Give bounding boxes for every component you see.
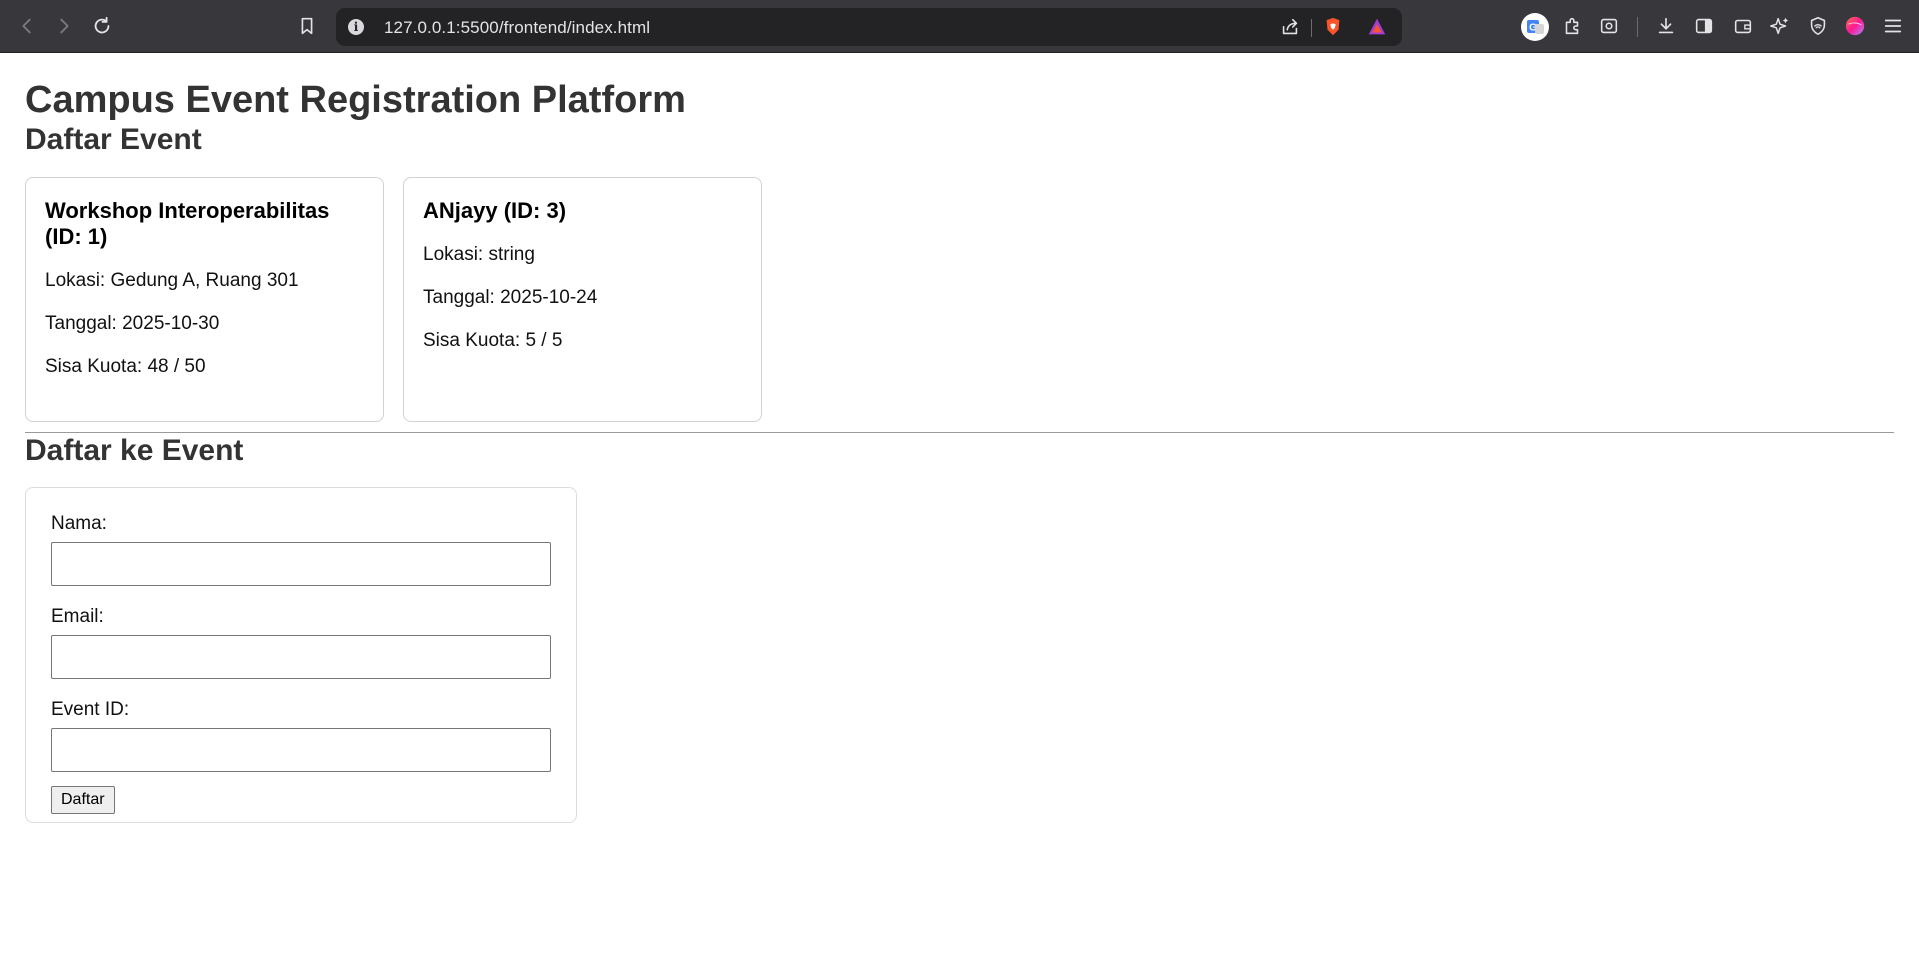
event-location: Lokasi: Gedung A, Ruang 301 xyxy=(45,270,299,291)
share-icon[interactable] xyxy=(1278,15,1302,39)
back-icon[interactable] xyxy=(15,14,39,38)
menu-icon[interactable] xyxy=(1881,14,1905,38)
event-title: ANjayy (ID: 3) xyxy=(423,198,567,223)
event-date: Tanggal: 2025-10-30 xyxy=(45,313,220,334)
register-heading: Daftar ke Event xyxy=(25,434,244,467)
site-info-icon[interactable]: i xyxy=(348,19,364,35)
leo-ai-icon[interactable] xyxy=(1768,14,1792,38)
event-card: ANjayy (ID: 3) Lokasi: string Tanggal: 2… xyxy=(403,177,762,422)
event-quota: Sisa Kuota: 48 / 50 xyxy=(45,356,206,377)
browser-toolbar: i 127.0.0.1:5500/frontend/index.html G xyxy=(0,0,1919,53)
event-id-input[interactable] xyxy=(51,728,551,772)
bookmark-icon[interactable] xyxy=(295,14,319,38)
name-label: Nama: xyxy=(51,513,107,534)
screenshot-icon[interactable] xyxy=(1597,14,1621,38)
reload-icon[interactable] xyxy=(90,14,114,38)
profile-icon[interactable] xyxy=(1843,14,1867,38)
event-location: Lokasi: string xyxy=(423,244,535,265)
event-card: Workshop Interoperabilitas (ID: 1) Lokas… xyxy=(25,177,384,422)
wallet-icon[interactable] xyxy=(1731,14,1755,38)
submit-button[interactable]: Daftar xyxy=(51,786,115,814)
event-list: Workshop Interoperabilitas (ID: 1) Lokas… xyxy=(25,177,1894,422)
page-content: Campus Event Registration Platform Dafta… xyxy=(0,78,1919,823)
event-quota: Sisa Kuota: 5 / 5 xyxy=(423,330,563,351)
event-title: Workshop Interoperabilitas (ID: 1) xyxy=(45,198,330,249)
event-id-label: Event ID: xyxy=(51,699,130,720)
registration-form: Nama: Email: Event ID: Daftar xyxy=(25,487,577,823)
name-input[interactable] xyxy=(51,542,551,586)
extensions-icon[interactable] xyxy=(1560,14,1584,38)
email-label: Email: xyxy=(51,606,104,627)
forward-icon[interactable] xyxy=(52,14,76,38)
vpn-icon[interactable] xyxy=(1806,14,1830,38)
event-date: Tanggal: 2025-10-24 xyxy=(423,287,598,308)
brave-shields-icon[interactable] xyxy=(1321,15,1345,39)
events-heading: Daftar Event xyxy=(25,123,202,156)
email-input[interactable] xyxy=(51,635,551,679)
address-bar[interactable]: i 127.0.0.1:5500/frontend/index.html xyxy=(336,8,1402,46)
google-translate-icon[interactable]: G xyxy=(1520,12,1550,42)
downloads-icon[interactable] xyxy=(1654,14,1678,38)
brave-rewards-icon[interactable] xyxy=(1365,15,1389,39)
sidebar-icon[interactable] xyxy=(1692,14,1716,38)
url-text[interactable]: 127.0.0.1:5500/frontend/index.html xyxy=(384,18,650,38)
page-title: Campus Event Registration Platform xyxy=(25,79,686,121)
url-separator xyxy=(1311,19,1312,37)
toolbar-separator xyxy=(1637,17,1638,37)
